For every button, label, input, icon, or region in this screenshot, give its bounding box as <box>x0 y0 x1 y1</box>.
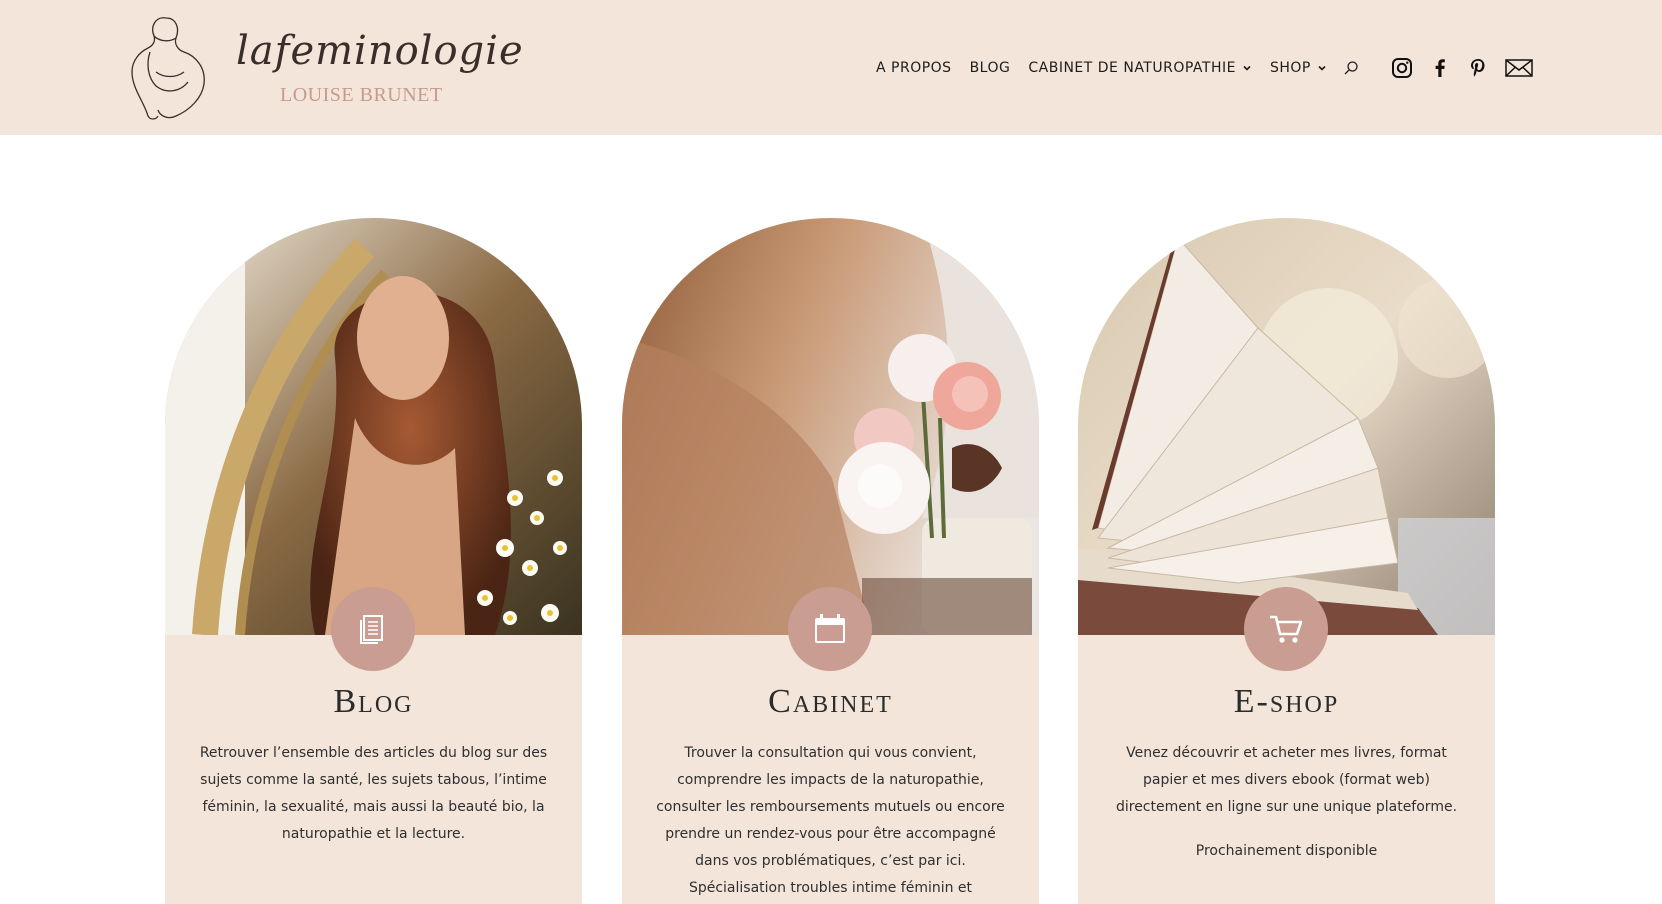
card-eshop[interactable]: E-shop Venez découvrir et acheter mes li… <box>1078 218 1495 904</box>
mail-icon[interactable] <box>1504 56 1534 80</box>
nav-item-blog[interactable]: BLOG <box>970 60 1011 76</box>
search-icon[interactable] <box>1343 60 1359 76</box>
card-badge <box>788 587 872 671</box>
nav-item-cabinet[interactable]: CABINET DE NATUROPATHIE <box>1028 60 1252 76</box>
woman-silhouette-icon <box>131 17 205 120</box>
card-description: Retrouver l’ensemble des articles du blo… <box>199 745 548 842</box>
calendar-icon <box>815 614 845 643</box>
card-badge <box>1244 587 1328 671</box>
availability-note: Prochainement disponible <box>1195 843 1378 859</box>
facebook-icon[interactable] <box>1428 56 1452 80</box>
chevron-down-icon <box>1318 65 1326 71</box>
eshop-image <box>1078 218 1495 635</box>
cabinet-image <box>622 218 1039 635</box>
card-blog[interactable]: Blog Retrouver l’ensemble des articles d… <box>165 218 582 904</box>
card-title: Cabinet <box>768 683 893 720</box>
nav-item-a-propos[interactable]: A PROPOS <box>876 60 952 76</box>
site-logo[interactable]: lafeminologie LOUISE BRUNET <box>126 12 523 124</box>
card-badge <box>331 587 415 671</box>
nav-item-label: CABINET DE NATUROPATHIE <box>1028 60 1236 76</box>
chevron-down-icon <box>1243 65 1251 71</box>
cart-icon <box>1270 615 1303 643</box>
card-title: Blog <box>333 683 414 720</box>
nav-item-label: A PROPOS <box>876 60 952 76</box>
card-cabinet[interactable]: Cabinet Trouver la consultation qui vous… <box>622 218 1039 904</box>
card-description: Trouver la consultation qui vous convien… <box>656 745 1005 896</box>
logo-script-text: lafeminologie <box>236 28 524 74</box>
blog-image <box>165 218 582 635</box>
main-nav: A PROPOS BLOG CABINET DE NATUROPATHIE SH… <box>876 58 1359 78</box>
document-icon <box>360 615 383 644</box>
card-title: E-shop <box>1233 683 1340 720</box>
nav-item-shop[interactable]: SHOP <box>1270 60 1327 76</box>
nav-item-label: BLOG <box>969 60 1011 76</box>
instagram-icon[interactable] <box>1390 56 1414 80</box>
pinterest-icon[interactable] <box>1466 56 1490 80</box>
nav-item-label: SHOP <box>1269 60 1311 76</box>
social-links <box>1390 56 1534 80</box>
site-header: lafeminologie LOUISE BRUNET A PROPOS BLO… <box>0 0 1662 135</box>
logo-subtitle: LOUISE BRUNET <box>280 84 443 106</box>
card-description: Venez découvrir et acheter mes livres, f… <box>1115 745 1458 815</box>
